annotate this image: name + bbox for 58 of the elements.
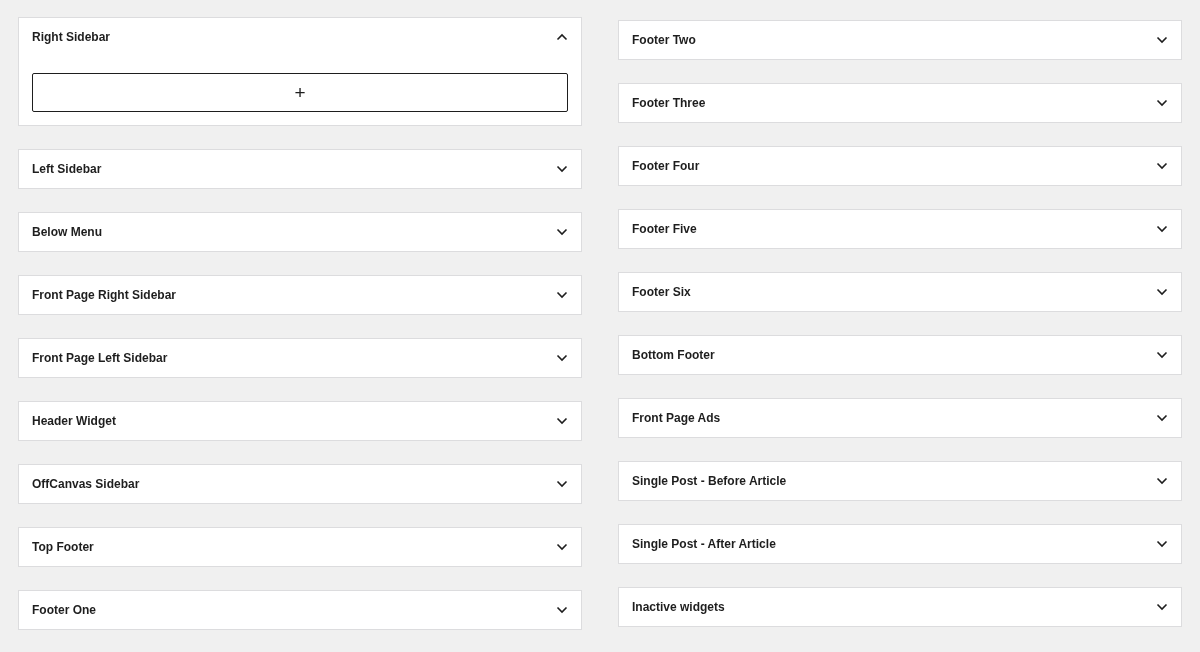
widget-area-toggle[interactable]: Top Footer [19, 528, 581, 566]
chevron-up-icon[interactable] [556, 33, 568, 41]
chevron-down-icon[interactable] [1156, 36, 1168, 44]
widget-area-toggle[interactable]: Front Page Left Sidebar [19, 339, 581, 377]
chevron-down-icon[interactable] [1156, 288, 1168, 296]
widget-area-toggle[interactable]: Footer Six [619, 273, 1181, 311]
widget-area-toggle[interactable]: Footer Three [619, 84, 1181, 122]
chevron-down-icon[interactable] [556, 291, 568, 299]
widget-area-title: Front Page Ads [632, 411, 721, 425]
widget-area-title: Single Post - After Article [632, 537, 776, 551]
widget-area-toggle[interactable]: Single Post - Before Article [619, 462, 1181, 500]
widget-area-title: Front Page Left Sidebar [32, 351, 168, 365]
widget-area-toggle[interactable]: OffCanvas Sidebar [19, 465, 581, 503]
widget-area-title: Right Sidebar [32, 30, 110, 44]
widget-area-toggle[interactable]: Front Page Right Sidebar [19, 276, 581, 314]
chevron-down-icon[interactable] [1156, 351, 1168, 359]
chevron-down-icon[interactable] [556, 354, 568, 362]
chevron-down-icon[interactable] [556, 228, 568, 236]
widget-area-toggle[interactable]: Inactive widgets [619, 588, 1181, 626]
widget-area-title: Footer One [32, 603, 96, 617]
chevron-down-icon[interactable] [556, 543, 568, 551]
chevron-down-icon[interactable] [1156, 162, 1168, 170]
widget-area-title: Footer Three [632, 96, 706, 110]
widget-area-title: Front Page Right Sidebar [32, 288, 176, 302]
widget-area-toggle[interactable]: Header Widget [19, 402, 581, 440]
widget-area-title: Below Menu [32, 225, 102, 239]
widget-area-title: Single Post - Before Article [632, 474, 787, 488]
widget-area-toggle[interactable]: Footer Two [619, 21, 1181, 59]
widget-area-title: Footer Six [632, 285, 691, 299]
chevron-down-icon[interactable] [1156, 477, 1168, 485]
chevron-down-icon[interactable] [1156, 225, 1168, 233]
widget-area-toggle[interactable]: Front Page Ads [619, 399, 1181, 437]
widget-area-title: OffCanvas Sidebar [32, 477, 140, 491]
widget-area-toggle[interactable]: Single Post - After Article [619, 525, 1181, 563]
widget-area-title: Footer Two [632, 33, 696, 47]
widget-area-title: Inactive widgets [632, 600, 725, 614]
chevron-down-icon[interactable] [1156, 540, 1168, 548]
widget-area-toggle[interactable]: Right Sidebar [19, 18, 581, 56]
chevron-down-icon[interactable] [556, 417, 568, 425]
chevron-down-icon[interactable] [1156, 414, 1168, 422]
widget-area-toggle[interactable]: Left Sidebar [19, 150, 581, 188]
chevron-down-icon[interactable] [556, 606, 568, 614]
widget-area-toggle[interactable]: Footer Four [619, 147, 1181, 185]
chevron-down-icon[interactable] [1156, 99, 1168, 107]
widget-area-title: Footer Five [632, 222, 697, 236]
widget-area-toggle[interactable]: Footer Five [619, 210, 1181, 248]
chevron-down-icon[interactable] [1156, 603, 1168, 611]
chevron-down-icon[interactable] [556, 165, 568, 173]
widget-area-title: Top Footer [32, 540, 94, 554]
widget-area-toggle[interactable]: Bottom Footer [619, 336, 1181, 374]
widget-area-toggle[interactable]: Below Menu [19, 213, 581, 251]
widget-area-title: Header Widget [32, 414, 116, 428]
widget-area-title: Footer Four [632, 159, 700, 173]
widget-area-title: Bottom Footer [632, 348, 715, 362]
widget-area-toggle[interactable]: Footer One [19, 591, 581, 629]
widget-area-title: Left Sidebar [32, 162, 102, 176]
chevron-down-icon[interactable] [556, 480, 568, 488]
add-block-button[interactable]: + [32, 73, 568, 112]
